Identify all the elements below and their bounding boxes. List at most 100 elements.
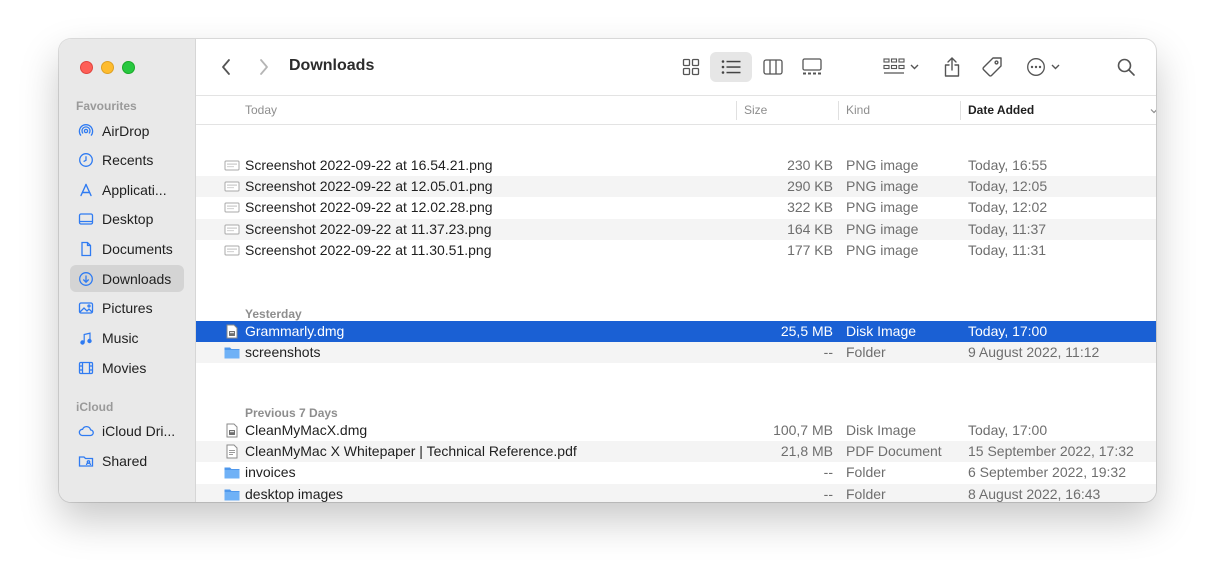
file-size: 21,8 MB: [780, 443, 833, 460]
column-divider[interactable]: [960, 101, 961, 120]
sidebar-item-label: iCloud Dri...: [102, 422, 176, 439]
file-date-added: Today, 12:05: [968, 178, 1048, 195]
icon-view-button[interactable]: [675, 53, 707, 81]
sidebar: Favourites AirDrop Recents Applicati... …: [59, 39, 196, 502]
file-name: screenshots: [245, 344, 321, 361]
column-view-button[interactable]: [757, 53, 789, 81]
sidebar-item-label: Recents: [102, 151, 154, 168]
sidebar-item-label: Shared: [102, 452, 148, 469]
music-icon: [78, 330, 94, 346]
file-row[interactable]: Grammarly.dmg 25,5 MB Disk Image Today, 17:…: [196, 321, 1156, 342]
png-file-icon: [224, 179, 240, 194]
forward-button[interactable]: [254, 56, 274, 78]
file-kind: PNG image: [846, 157, 919, 173]
minimize-window-button[interactable]: [101, 61, 114, 74]
file-date-added: Today, 11:31: [968, 241, 1047, 258]
sidebar-item-label: Desktop: [102, 210, 154, 227]
close-window-button[interactable]: [80, 61, 93, 74]
sidebar-item-movies[interactable]: Movies: [70, 354, 184, 381]
file-name: CleanMyMac X Whitepaper | Technical Refe…: [245, 443, 577, 460]
search-icon: [1116, 57, 1136, 77]
toolbar: Downloads: [196, 39, 1156, 96]
folder-icon: [224, 345, 240, 360]
file-row[interactable]: Screenshot 2022-09-22 at 12.05.01.png 290…: [196, 176, 1156, 198]
sidebar-item-downloads[interactable]: Downloads: [70, 265, 184, 292]
list-icon: [721, 59, 741, 75]
list-view-button[interactable]: [710, 52, 752, 82]
chevron-right-icon: [258, 58, 270, 76]
chevron-down-icon: [1051, 64, 1060, 70]
file-row[interactable]: screenshots -- Folder 9 August 2022, 11:12: [196, 342, 1156, 364]
disk-image-icon: [224, 423, 240, 438]
more-actions-button[interactable]: [1021, 53, 1065, 81]
group-header: Previous 7 Days: [245, 406, 338, 420]
desktop-icon: [78, 211, 94, 227]
tags-button[interactable]: [976, 52, 1008, 82]
column-divider[interactable]: [736, 101, 737, 120]
sidebar-item-desktop[interactable]: Desktop: [70, 205, 184, 232]
share-icon: [943, 56, 961, 78]
gallery-icon: [802, 58, 822, 76]
sidebar-item-label: Pictures: [102, 299, 153, 316]
group-header: Yesterday: [245, 307, 302, 321]
airdrop-icon: [78, 123, 94, 139]
share-button[interactable]: [938, 52, 966, 82]
favourites-heading: Favourites: [76, 99, 137, 113]
file-row[interactable]: Screenshot 2022-09-22 at 16.54.21.png 230…: [196, 155, 1156, 176]
file-row[interactable]: CleanMyMac X Whitepaper | Technical Refe…: [196, 441, 1156, 463]
sidebar-item-music[interactable]: Music: [70, 324, 184, 351]
png-file-icon: [224, 222, 240, 237]
column-size-header[interactable]: Size: [744, 96, 767, 125]
sidebar-item-recents[interactable]: Recents: [70, 146, 184, 173]
shared-folder-icon: [78, 453, 94, 469]
download-icon: [78, 271, 94, 287]
file-row[interactable]: Screenshot 2022-09-22 at 12.02.28.png 322…: [196, 197, 1156, 218]
file-size: 230 KB: [787, 157, 833, 173]
file-name: invoices: [245, 464, 296, 481]
file-row[interactable]: Screenshot 2022-09-22 at 11.37.23.png 164…: [196, 218, 1156, 240]
sidebar-item-label: Music: [102, 329, 139, 346]
file-row[interactable]: Screenshot 2022-09-22 at 11.30.51.png 177…: [196, 240, 1156, 261]
sidebar-item-applications[interactable]: Applicati...: [70, 176, 184, 203]
folder-icon: [224, 465, 240, 480]
sidebar-item-airdrop[interactable]: AirDrop: [70, 117, 184, 144]
file-size: 25,5 MB: [780, 323, 833, 339]
file-row[interactable]: desktop images -- Folder 8 August 2022, 16:…: [196, 483, 1156, 502]
png-file-icon: [224, 158, 240, 173]
ellipsis-circle-icon: [1026, 57, 1046, 77]
column-header: Today Size Kind Date Added: [196, 96, 1156, 125]
file-kind: Folder: [846, 344, 886, 361]
column-kind-header[interactable]: Kind: [846, 96, 870, 125]
chevron-left-icon: [220, 58, 232, 76]
file-name: Screenshot 2022-09-22 at 12.05.01.png: [245, 178, 493, 195]
file-row[interactable]: CleanMyMacX.dmg 100,7 MB Disk Image Today, …: [196, 420, 1156, 441]
zoom-window-button[interactable]: [122, 61, 135, 74]
back-button[interactable]: [216, 56, 236, 78]
sidebar-item-documents[interactable]: Documents: [70, 235, 184, 262]
file-size: 177 KB: [787, 241, 833, 258]
file-name: Screenshot 2022-09-22 at 12.02.28.png: [245, 199, 493, 216]
search-button[interactable]: [1111, 53, 1141, 81]
sidebar-item-label: Movies: [102, 359, 147, 376]
file-date-added: Today, 17:00: [968, 323, 1048, 339]
file-row[interactable]: invoices -- Folder 6 September 2022, 19:32: [196, 462, 1156, 483]
column-divider[interactable]: [838, 101, 839, 120]
file-list: Screenshot 2022-09-22 at 16.54.21.png 230…: [196, 125, 1156, 502]
group-by-button[interactable]: [877, 53, 925, 81]
sidebar-item-shared[interactable]: Shared: [70, 447, 184, 474]
gallery-view-button[interactable]: [796, 53, 828, 81]
chevron-down-icon: [910, 64, 919, 70]
sidebar-item-label: Downloads: [102, 270, 172, 287]
sidebar-item-label: Applicati...: [102, 181, 167, 198]
column-name-header[interactable]: Today: [245, 96, 277, 125]
folder-icon: [224, 487, 240, 502]
tag-icon: [981, 56, 1003, 78]
sidebar-item-icloud-drive[interactable]: iCloud Dri...: [70, 417, 184, 444]
file-kind: PDF Document: [846, 443, 942, 460]
pictures-icon: [78, 300, 94, 316]
column-date-added-header[interactable]: Date Added: [968, 96, 1034, 125]
sidebar-item-pictures[interactable]: Pictures: [70, 294, 184, 321]
file-kind: PNG image: [846, 241, 919, 258]
file-date-added: 15 September 2022, 17:32: [968, 443, 1134, 460]
window-title: Downloads: [289, 57, 375, 74]
